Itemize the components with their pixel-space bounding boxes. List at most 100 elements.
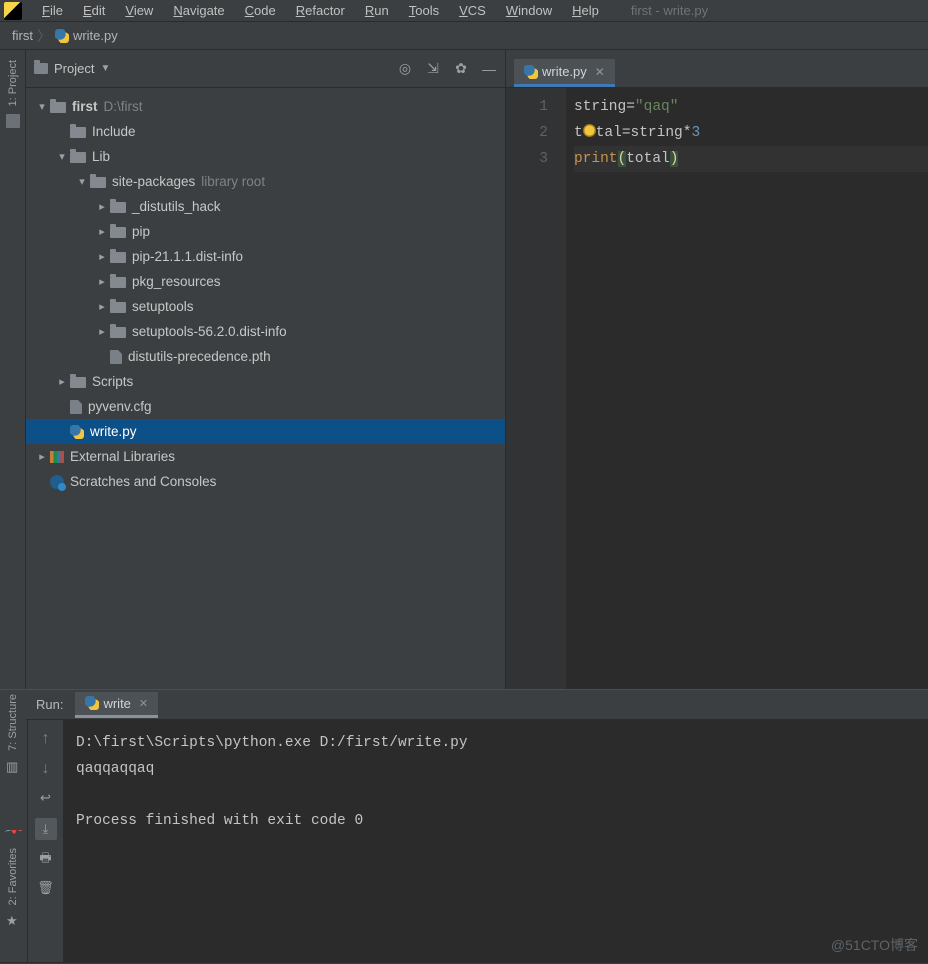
folder-icon	[70, 127, 86, 138]
menu-navigate[interactable]: Navigate	[163, 3, 234, 18]
close-tab-icon[interactable]: ✕	[595, 65, 605, 79]
chevron-right-icon[interactable]	[94, 200, 110, 213]
tree-item--distutils-hack[interactable]: _distutils_hack	[26, 194, 505, 219]
close-run-tab-icon[interactable]: ✕	[139, 697, 148, 710]
code-line[interactable]: ttal=string*3	[574, 120, 928, 146]
chevron-right-icon[interactable]	[34, 450, 50, 463]
chevron-right-icon[interactable]	[94, 300, 110, 313]
scroll-to-end-icon[interactable]: ⤓	[35, 818, 57, 840]
chevron-down-icon[interactable]	[54, 150, 70, 163]
line-number-gutter: 123	[506, 88, 566, 689]
settings-gear-icon[interactable]: ✿	[453, 61, 469, 77]
token-id: t	[574, 125, 583, 141]
tree-item-hint: library root	[201, 174, 265, 189]
run-tab-label: write	[103, 696, 130, 711]
up-stack-icon[interactable]: ↑	[42, 730, 50, 748]
tree-item-pip[interactable]: pip	[26, 219, 505, 244]
project-panel-title[interactable]: Project	[54, 61, 94, 76]
token-id: string	[574, 99, 626, 115]
tree-item-label: Include	[92, 124, 136, 139]
token-op: =	[622, 125, 631, 141]
tree-item-setuptools-56-2-0-dist-info[interactable]: setuptools-56.2.0.dist-info	[26, 319, 505, 344]
editor-tab-write-py[interactable]: write.py ✕	[514, 59, 615, 87]
python-file-icon	[524, 65, 538, 79]
tree-item-hint: D:\first	[104, 99, 143, 114]
tree-item-site-packages[interactable]: site-packageslibrary root	[26, 169, 505, 194]
tree-item-pkg-resources[interactable]: pkg_resources	[26, 269, 505, 294]
tree-item-scripts[interactable]: Scripts	[26, 369, 505, 394]
code-line[interactable]: string="qaq"	[574, 94, 928, 120]
token-op: =	[626, 99, 635, 115]
line-number: 1	[506, 94, 548, 120]
main-area: 1: Project Project ▼ ◎ ⇲ ✿ — first D:\fir…	[0, 50, 928, 689]
token-id: tal	[596, 125, 622, 141]
project-tree[interactable]: first D:\first Include Libsite-packageslibr…	[26, 88, 505, 500]
lib-icon	[50, 451, 64, 463]
tree-item-distutils-precedence-pth[interactable]: distutils-precedence.pth	[26, 344, 505, 369]
tree-item-setuptools[interactable]: setuptools	[26, 294, 505, 319]
chevron-down-icon[interactable]	[74, 175, 90, 188]
menu-edit[interactable]: Edit	[73, 3, 115, 18]
expand-all-icon[interactable]: ⇲	[425, 61, 441, 77]
menu-file[interactable]: File	[32, 3, 73, 18]
menu-code[interactable]: Code	[235, 3, 286, 18]
breadcrumb-project[interactable]: first	[12, 28, 33, 43]
tree-item-pip-21-1-1-dist-info[interactable]: pip-21.1.1.dist-info	[26, 244, 505, 269]
breadcrumb-file[interactable]: write.py	[73, 28, 118, 43]
menu-window[interactable]: Window	[496, 3, 562, 18]
chevron-down-icon[interactable]	[34, 100, 50, 113]
print-icon[interactable]: 🖶	[38, 852, 54, 868]
editor-body[interactable]: 123 string="qaq"ttal=string*3print(total…	[506, 88, 928, 689]
tree-item-external-libraries[interactable]: External Libraries	[26, 444, 505, 469]
folder-icon	[110, 302, 126, 313]
soft-wrap-icon[interactable]: ↩	[38, 790, 54, 806]
menu-help[interactable]: Help	[562, 3, 609, 18]
chevron-right-icon[interactable]	[54, 375, 70, 388]
project-view-dropdown-icon[interactable]: ▼	[100, 63, 110, 74]
tree-item-scratches-and-consoles[interactable]: Scratches and Consoles	[26, 469, 505, 494]
chevron-right-icon[interactable]	[94, 225, 110, 238]
menu-items-container: FileEditViewNavigateCodeRefactorRunTools…	[32, 3, 609, 18]
tree-item-label: setuptools-56.2.0.dist-info	[132, 324, 287, 339]
tree-item-first[interactable]: first D:\first	[26, 94, 505, 119]
folder-icon	[110, 327, 126, 338]
menu-refactor[interactable]: Refactor	[286, 3, 355, 18]
chevron-right-icon[interactable]	[94, 275, 110, 288]
run-body: 📌 ↑ ↓ ↩ ⤓ 🖶 🗑 D:\first\Scripts\python.ex…	[0, 720, 928, 962]
menu-vcs[interactable]: VCS	[449, 3, 496, 18]
intention-bulb-icon[interactable]	[583, 124, 596, 137]
project-tool-icon	[6, 114, 20, 128]
tree-item-pyvenv-cfg[interactable]: pyvenv.cfg	[26, 394, 505, 419]
tree-item-label: first	[72, 99, 98, 114]
breadcrumb-separator: 〉	[37, 26, 51, 46]
folder-icon	[110, 202, 126, 213]
tree-item-label: Scripts	[92, 374, 133, 389]
code-text-area[interactable]: string="qaq"ttal=string*3print(total)	[566, 88, 928, 689]
menu-run[interactable]: Run	[355, 3, 399, 18]
chevron-right-icon[interactable]	[94, 325, 110, 338]
favorites-tool-button[interactable]: 2: Favorites	[7, 848, 19, 905]
project-tool-button[interactable]: 1: Project	[7, 60, 19, 106]
locate-icon[interactable]: ◎	[397, 61, 413, 77]
run-label: Run:	[36, 697, 63, 712]
folder-icon	[70, 377, 86, 388]
tree-item-include[interactable]: Include	[26, 119, 505, 144]
run-tab-write[interactable]: write ✕	[75, 692, 158, 718]
tree-item-lib[interactable]: Lib	[26, 144, 505, 169]
menu-tools[interactable]: Tools	[399, 3, 449, 18]
code-line[interactable]: print(total)	[574, 146, 928, 172]
tree-item-label: External Libraries	[70, 449, 175, 464]
down-stack-icon[interactable]: ↓	[42, 760, 50, 778]
menu-view[interactable]: View	[115, 3, 163, 18]
structure-tool-button[interactable]: 7: Structure	[7, 694, 19, 751]
project-view-icon	[34, 63, 48, 74]
tree-item-label: setuptools	[132, 299, 194, 314]
run-console-output[interactable]: D:\first\Scripts\python.exe D:/first/wri…	[64, 720, 928, 962]
chevron-right-icon[interactable]	[94, 250, 110, 263]
clear-all-icon[interactable]: 🗑	[38, 880, 54, 896]
line-number: 2	[506, 120, 548, 146]
tree-item-write-py[interactable]: write.py	[26, 419, 505, 444]
folder-icon	[90, 177, 106, 188]
hide-panel-icon[interactable]: —	[481, 61, 497, 77]
token-kw: print	[574, 151, 618, 167]
